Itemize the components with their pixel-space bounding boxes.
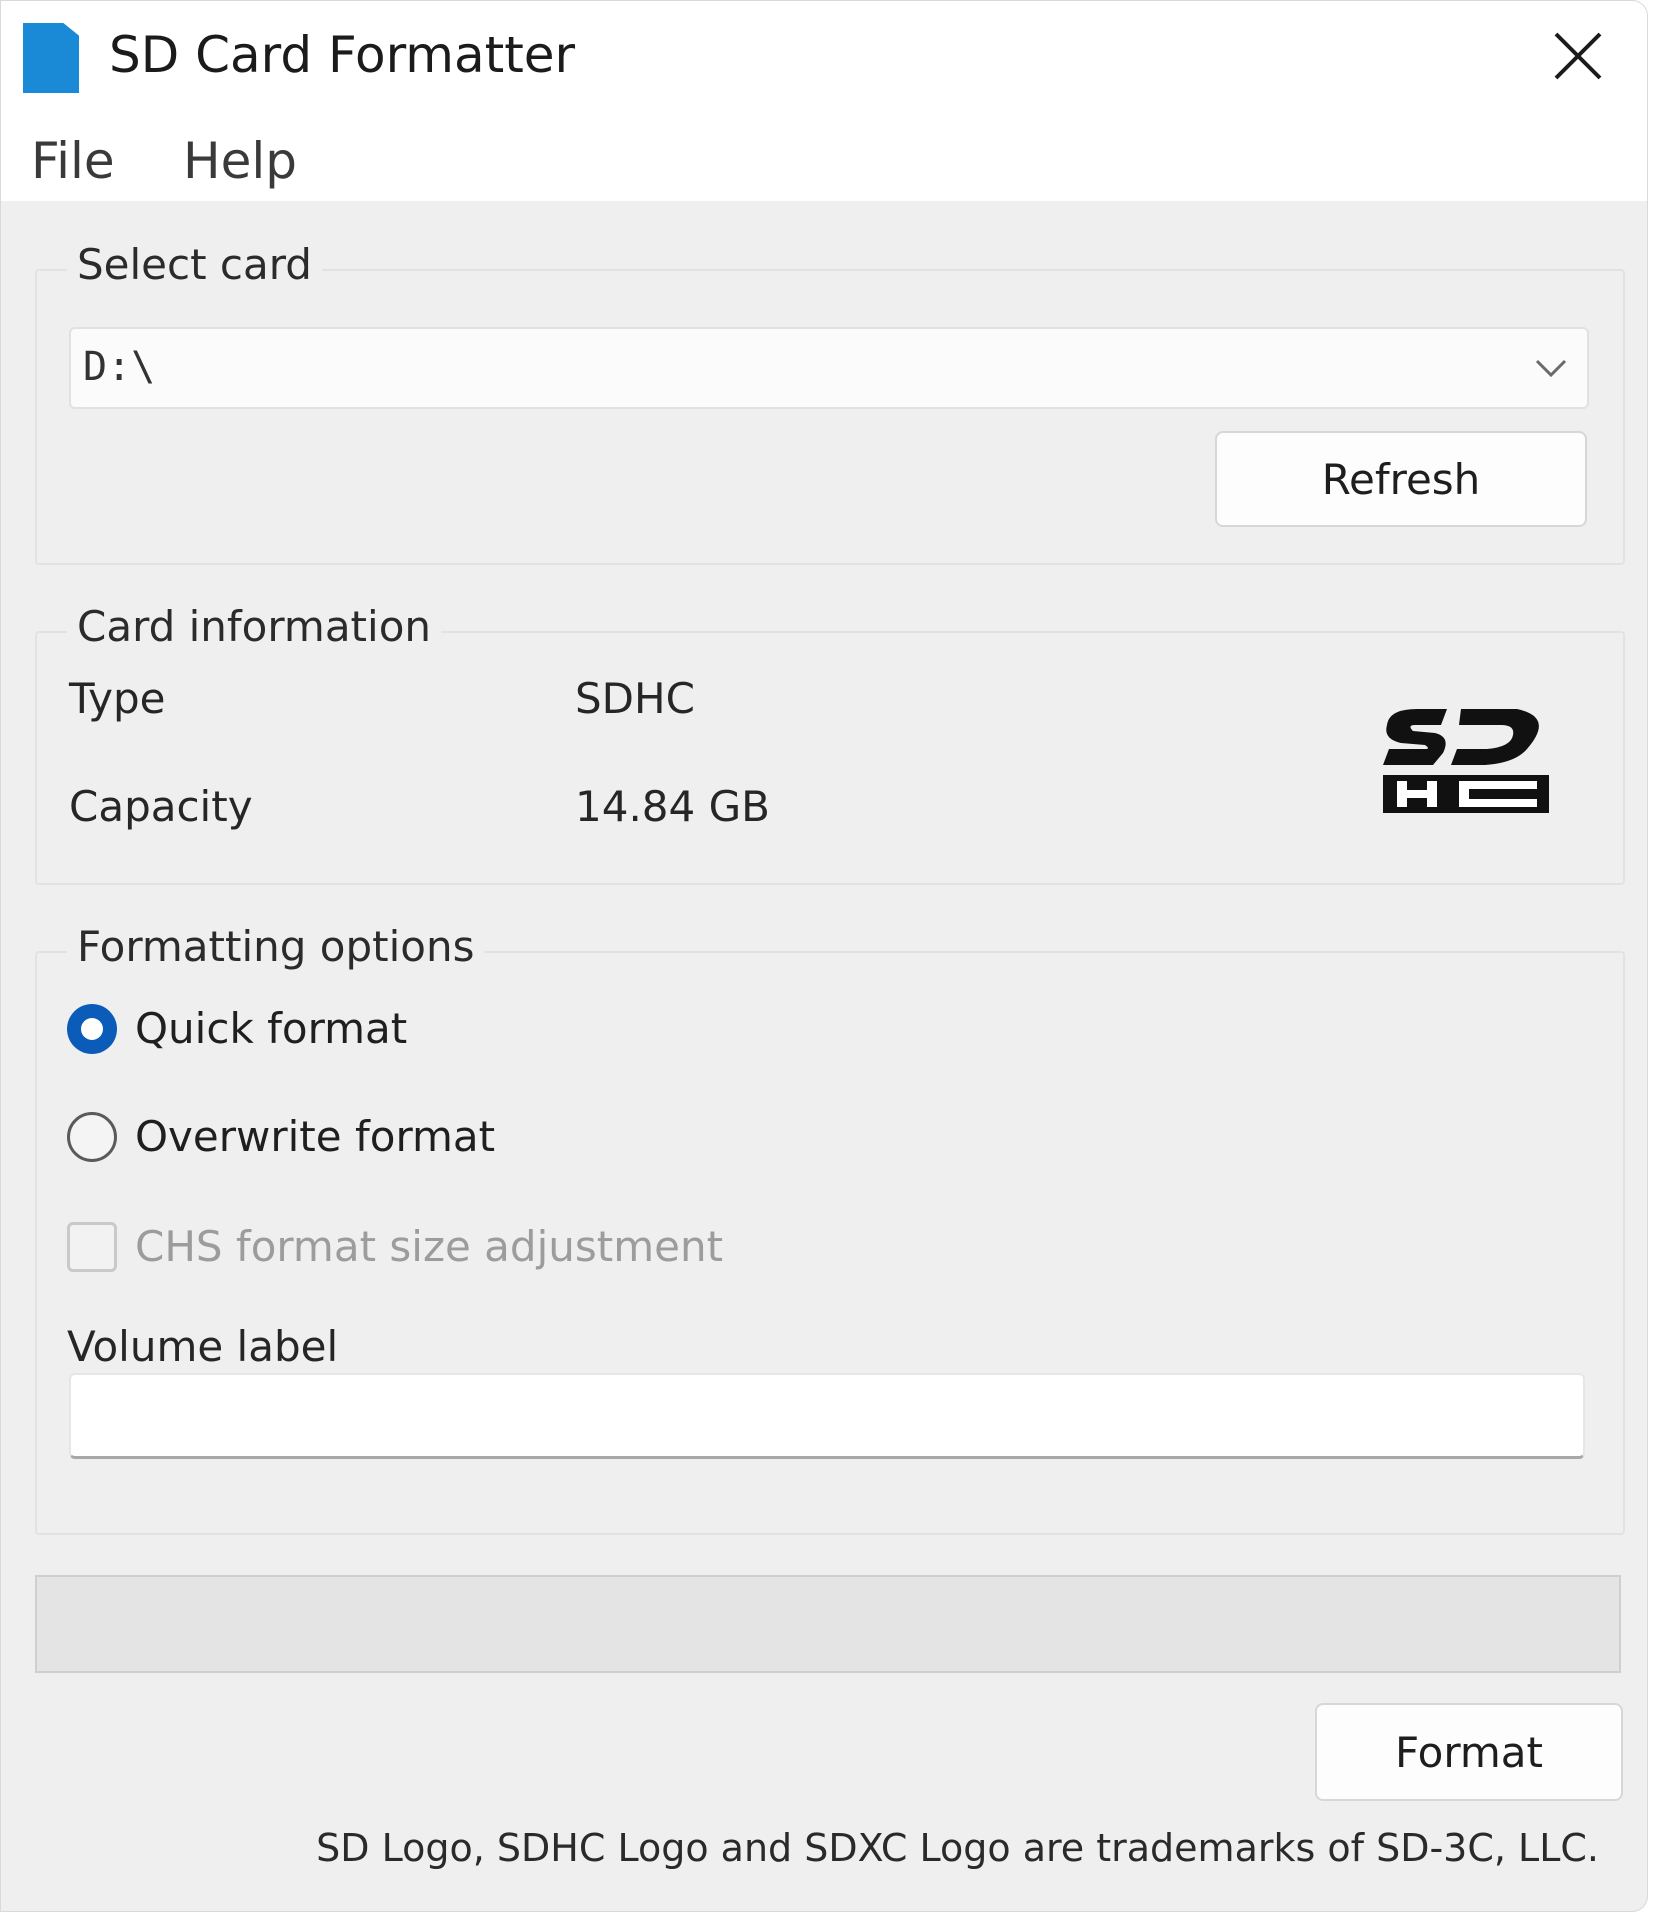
type-label: Type [69, 674, 166, 723]
close-icon [1554, 32, 1602, 80]
type-value: SDHC [575, 674, 695, 723]
formatting-options-group: Formatting options Quick format Overwrit… [35, 919, 1625, 1535]
capacity-label: Capacity [69, 782, 253, 831]
format-button[interactable]: Format [1315, 1703, 1623, 1801]
volume-label-title: Volume label [67, 1322, 339, 1371]
chs-adjustment-label: CHS format size adjustment [135, 1222, 724, 1271]
close-button[interactable] [1535, 19, 1621, 93]
menu-bar: File Help [1, 111, 1647, 201]
title-bar: SD Card Formatter [1, 1, 1647, 111]
chs-adjustment-option: CHS format size adjustment [67, 1219, 723, 1275]
menu-file[interactable]: File [31, 131, 115, 191]
card-select-value: D:\ [83, 344, 156, 390]
sd-card-icon [23, 23, 79, 93]
chevron-down-icon [1535, 359, 1567, 378]
select-card-group: Select card D:\ Refresh [35, 237, 1625, 565]
card-select-dropdown[interactable]: D:\ [69, 327, 1589, 409]
menu-help[interactable]: Help [183, 131, 297, 191]
overwrite-format-radio[interactable] [67, 1112, 117, 1162]
card-information-group: Card information Type SDHC Capacity 14.8… [35, 599, 1625, 885]
volume-label-input[interactable] [69, 1373, 1585, 1459]
window-title: SD Card Formatter [109, 26, 576, 84]
quick-format-option[interactable]: Quick format [67, 1001, 407, 1057]
refresh-button[interactable]: Refresh [1215, 431, 1587, 527]
card-information-title: Card information [67, 599, 442, 655]
sd-card-formatter-window: SD Card Formatter File Help Select card … [0, 0, 1648, 1912]
overwrite-format-label: Overwrite format [135, 1112, 496, 1161]
formatting-options-title: Formatting options [67, 919, 485, 975]
quick-format-radio[interactable] [67, 1004, 117, 1054]
select-card-title: Select card [67, 237, 322, 293]
quick-format-label: Quick format [135, 1004, 408, 1053]
overwrite-format-option[interactable]: Overwrite format [67, 1109, 495, 1165]
capacity-value: 14.84 GB [575, 782, 770, 831]
trademark-notice: SD Logo, SDHC Logo and SDXC Logo are tra… [316, 1826, 1599, 1870]
sdhc-logo-icon [1383, 709, 1549, 813]
chs-adjustment-checkbox [67, 1222, 117, 1272]
format-progress-bar [35, 1575, 1621, 1673]
